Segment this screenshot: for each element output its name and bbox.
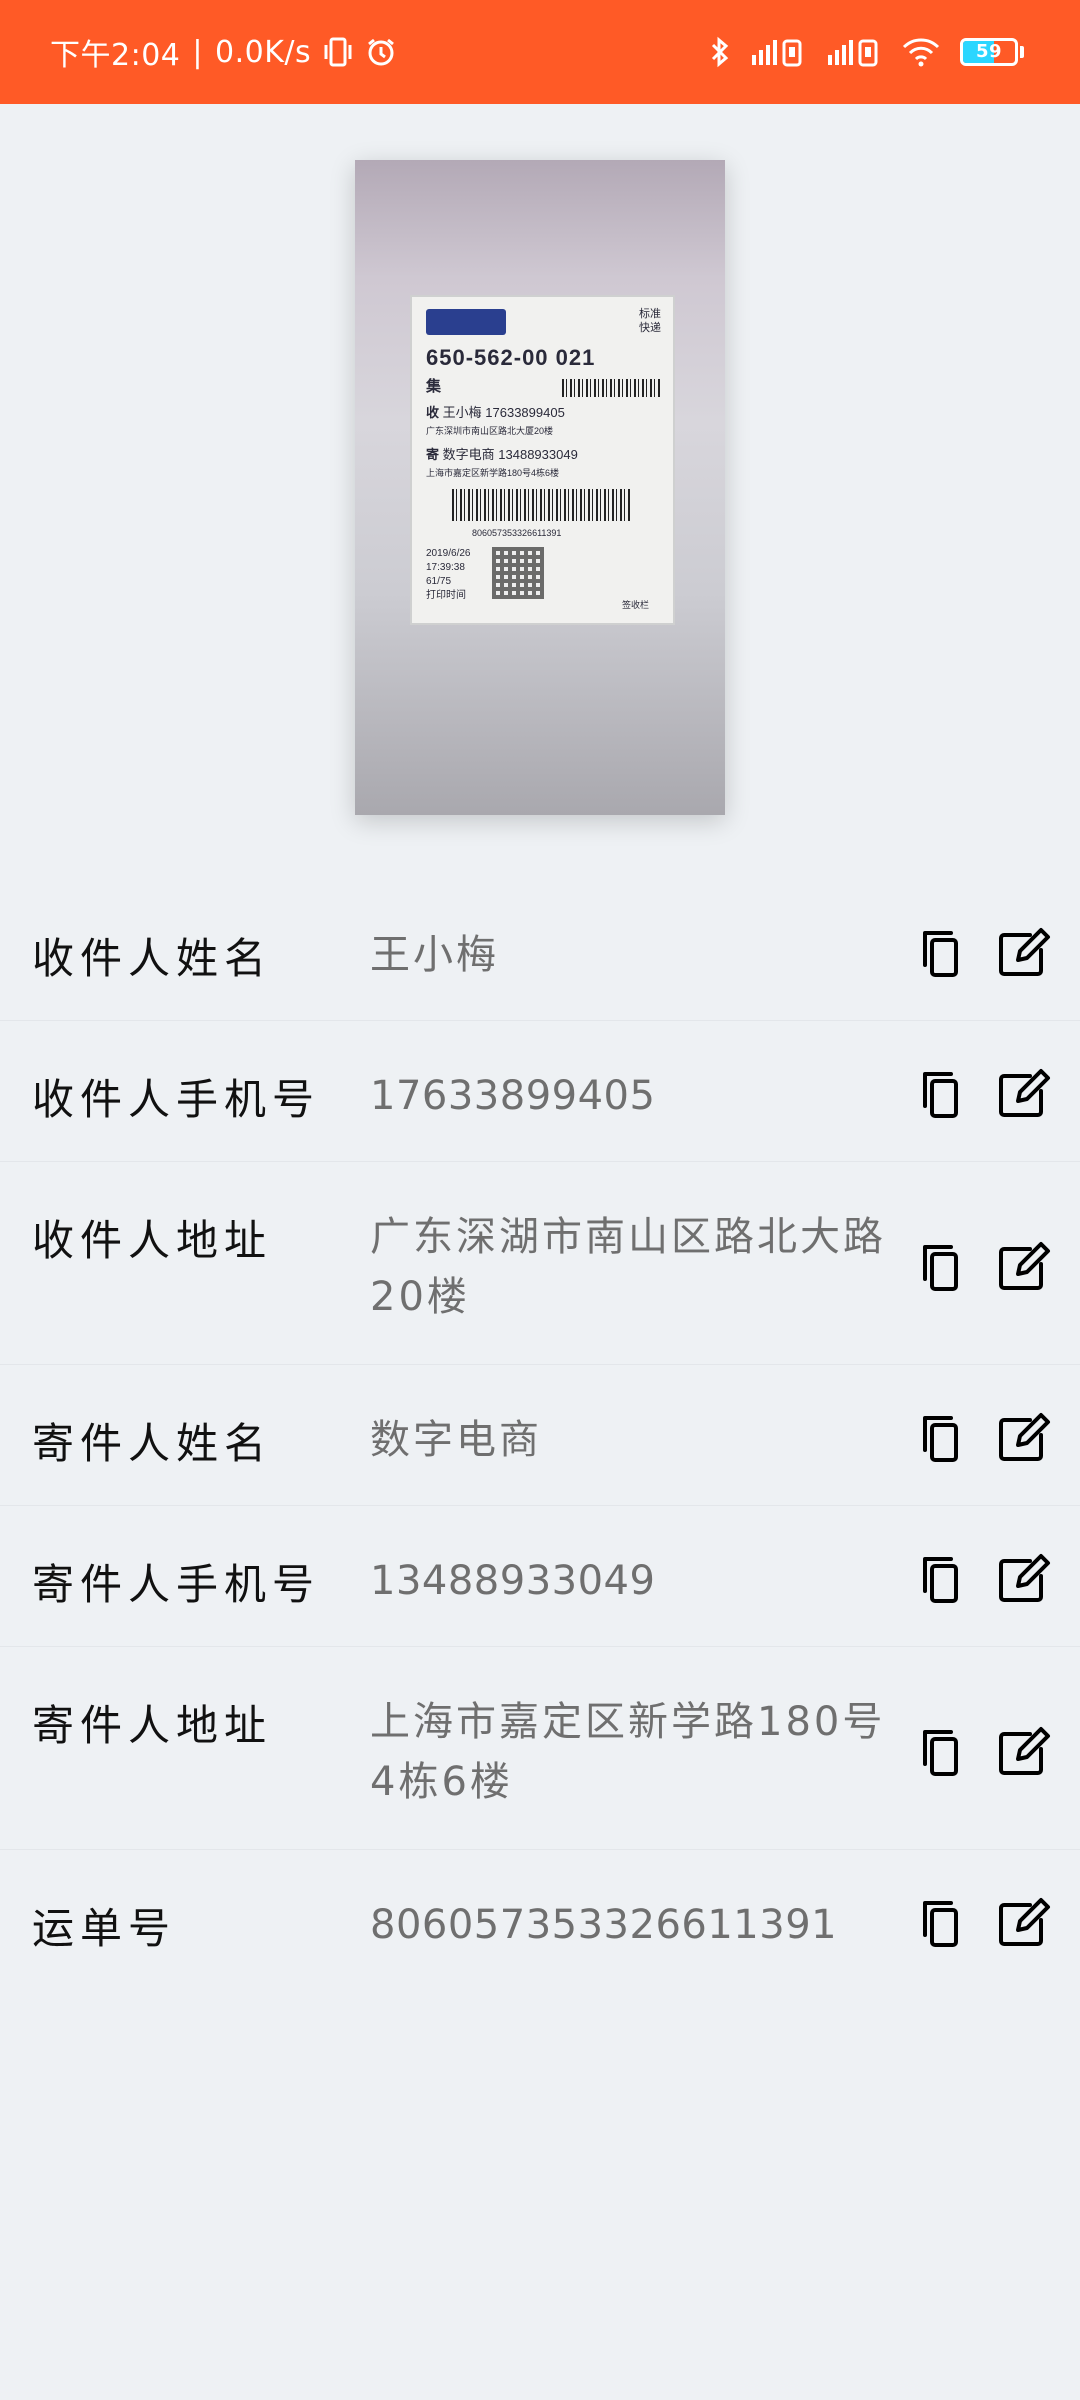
receiver-address: 广东深圳市南山区路北大厦20楼: [426, 426, 554, 436]
receiver-line: 收 王小梅 17633899405: [426, 405, 565, 421]
service-type: 标准 快递: [639, 307, 661, 335]
receiver-name: 王小梅: [442, 405, 482, 420]
status-right: 59: [710, 36, 1024, 68]
service-line-1: 标准: [639, 308, 661, 320]
copy-icon[interactable]: [912, 1894, 970, 1952]
battery-level: 59: [975, 41, 1003, 62]
shipping-label: 标准 快递 650-562-00 021 集 收 王小梅 17633899405…: [410, 295, 675, 625]
field-label: 收件人姓名: [32, 934, 273, 983]
wifi-icon: [902, 37, 940, 67]
field-value: 广东深湖市南山区路北大路20楼: [370, 1214, 886, 1320]
sender-address: 上海市嘉定区新学路180号4栋6楼: [426, 468, 560, 478]
field-actions: [912, 1409, 1054, 1467]
collect-mark: 集: [426, 378, 442, 395]
sender-name: 数字电商: [442, 447, 495, 462]
battery-icon: 59: [960, 38, 1024, 66]
field-value: 13488933049: [370, 1558, 656, 1604]
main-barcode: [452, 489, 632, 521]
field-label: 寄件人手机号: [32, 1560, 321, 1609]
info-list: 收件人姓名 王小梅 收件人手机号 17633899405 收件人地址 广东深湖市…: [0, 880, 1080, 1990]
copy-icon[interactable]: [912, 1723, 970, 1781]
field-row-sender-name: 寄件人姓名 数字电商: [0, 1365, 1080, 1506]
copy-icon[interactable]: [912, 1065, 970, 1123]
field-actions: [912, 924, 1054, 982]
field-label: 寄件人姓名: [32, 1419, 273, 1468]
qr-code: [492, 547, 544, 599]
print-date: 2019/6/26: [426, 548, 471, 559]
status-divider: |: [192, 34, 203, 70]
field-actions: [912, 1723, 1054, 1781]
edit-icon[interactable]: [996, 1409, 1054, 1467]
field-actions: [912, 1550, 1054, 1608]
tracking-number-small: 806057353326611391: [472, 528, 562, 538]
copy-icon[interactable]: [912, 924, 970, 982]
edit-icon[interactable]: [996, 1065, 1054, 1123]
signal-icon: [826, 37, 882, 67]
copy-icon[interactable]: [912, 1409, 970, 1467]
alarm-icon: [365, 36, 397, 68]
status-bar: 下午2:04 | 0.0K/s 59: [0, 0, 1080, 104]
bluetooth-icon: [710, 36, 730, 68]
field-value: 17633899405: [370, 1073, 656, 1119]
print-label: 打印时间: [426, 590, 466, 601]
battery-tip: [1020, 46, 1024, 58]
field-value: 数字电商: [370, 1417, 542, 1463]
print-meta: 2019/6/26 17:39:38 61/75 打印时间: [426, 547, 471, 603]
network-speed: 0.0K/s: [214, 34, 312, 70]
field-row-receiver-name: 收件人姓名 王小梅: [0, 880, 1080, 1021]
vibrate-icon: [323, 36, 353, 68]
field-row-sender-phone: 寄件人手机号 13488933049: [0, 1506, 1080, 1647]
status-left: 下午2:04 | 0.0K/s: [50, 30, 397, 74]
sender-line: 寄 数字电商 13488933049: [426, 447, 578, 463]
edit-icon[interactable]: [996, 1894, 1054, 1952]
field-label: 运单号: [32, 1904, 177, 1953]
copy-icon[interactable]: [912, 1238, 970, 1296]
field-value: 王小梅: [370, 932, 499, 978]
field-actions: [912, 1894, 1054, 1952]
sender-mark: 寄: [426, 447, 440, 462]
field-label: 寄件人地址: [32, 1701, 273, 1750]
field-row-tracking-number: 运单号 806057353326611391: [0, 1850, 1080, 1990]
sign-label: 签收栏: [622, 600, 650, 610]
field-actions: [912, 1238, 1054, 1296]
print-clock: 17:39:38: [426, 562, 465, 573]
edit-icon[interactable]: [996, 1550, 1054, 1608]
field-label: 收件人手机号: [32, 1075, 321, 1124]
sort-code: 650-562-00 021: [426, 345, 596, 370]
edit-icon[interactable]: [996, 924, 1054, 982]
service-line-2: 快递: [639, 322, 661, 334]
courier-logo: [426, 309, 506, 335]
battery-body: 59: [960, 38, 1018, 66]
field-row-sender-address: 寄件人地址 上海市嘉定区新学路180号4栋6楼: [0, 1647, 1080, 1850]
receiver-phone: 17633899405: [485, 405, 565, 420]
receiver-mark: 收: [426, 405, 440, 420]
field-value: 806057353326611391: [370, 1902, 838, 1948]
copy-icon[interactable]: [912, 1550, 970, 1608]
scanned-photo[interactable]: 标准 快递 650-562-00 021 集 收 王小梅 17633899405…: [355, 160, 725, 815]
status-time: 下午2:04: [50, 38, 181, 73]
field-row-receiver-phone: 收件人手机号 17633899405: [0, 1021, 1080, 1162]
print-page: 61/75: [426, 576, 452, 587]
signal-icon: [750, 37, 806, 67]
field-row-receiver-address: 收件人地址 广东深湖市南山区路北大路20楼: [0, 1162, 1080, 1365]
edit-icon[interactable]: [996, 1238, 1054, 1296]
field-value: 上海市嘉定区新学路180号4栋6楼: [370, 1699, 886, 1805]
edit-icon[interactable]: [996, 1723, 1054, 1781]
field-label: 收件人地址: [32, 1216, 273, 1265]
field-actions: [912, 1065, 1054, 1123]
sender-phone: 13488933049: [498, 447, 578, 462]
small-barcode: [562, 379, 662, 397]
